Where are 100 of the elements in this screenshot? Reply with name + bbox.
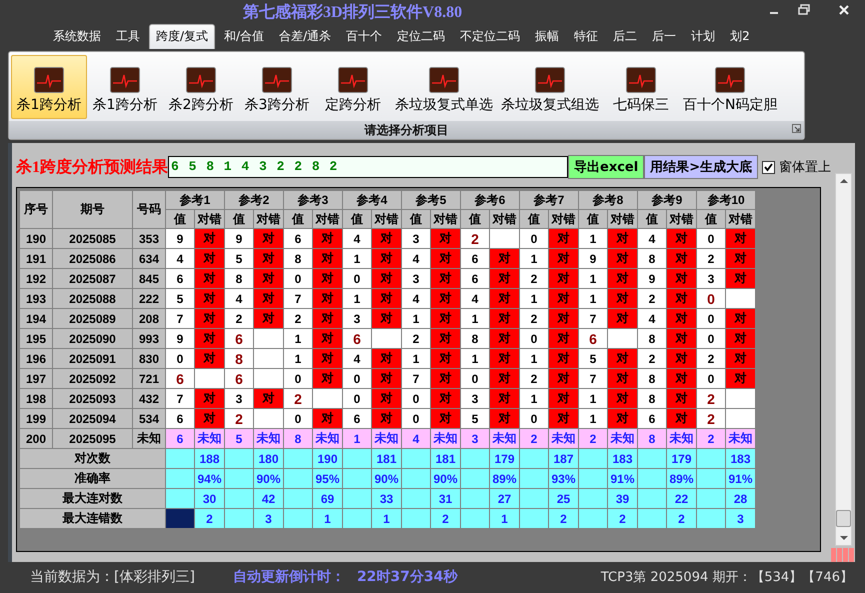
table-cell: 6 <box>294 232 302 246</box>
analysis-button[interactable]: 定跨分析 <box>315 55 391 119</box>
expand-corner-icon[interactable] <box>792 124 801 133</box>
menu-tab[interactable]: 系统数据 <box>47 25 107 49</box>
heart-monitor-icon <box>262 67 292 93</box>
column-header: 对错 <box>492 212 516 226</box>
result-cell: 对 <box>430 348 460 368</box>
analysis-button[interactable]: 杀垃圾复式单选 <box>391 55 497 119</box>
table-cell: 未知 <box>492 431 516 445</box>
table-cell: 1 <box>294 352 302 366</box>
table-cell: 2 <box>530 312 538 326</box>
table-cell: 1 <box>354 292 360 306</box>
column-group-header: 参考1 <box>180 192 210 206</box>
scrollbar[interactable] <box>834 173 852 546</box>
result-cell: 对 <box>608 388 638 408</box>
table-cell: 721 <box>138 372 160 386</box>
table-cell: 未知 <box>610 431 634 445</box>
last-draw-text: TCP3第 2025094 期开：【534】【746】 <box>600 569 853 586</box>
table-cell[interactable] <box>166 468 194 488</box>
result-cell: 对 <box>726 348 756 368</box>
scroll-up-icon[interactable] <box>840 178 848 183</box>
menu-tab[interactable]: 后一 <box>646 25 682 49</box>
result-cell: 对 <box>372 288 402 308</box>
menu-tab[interactable]: 计划 <box>685 25 722 49</box>
column-group-header: 参考6 <box>474 192 506 206</box>
analysis-button[interactable]: 杀垃圾复式组选 <box>497 55 603 119</box>
result-cell: 对 <box>548 288 578 308</box>
table-cell: 845 <box>138 272 160 286</box>
result-cell: 对 <box>726 308 756 328</box>
checkbox[interactable] <box>762 160 776 174</box>
table-cell: 0 <box>354 392 360 406</box>
window-title: 第七感福彩3D排列三软件V8.80 <box>243 2 462 22</box>
table-cell: 6 <box>353 330 361 346</box>
menu-tab[interactable]: 振幅 <box>529 25 566 49</box>
menu-tab[interactable]: 和/合值 <box>218 25 270 49</box>
table-cell: 2 <box>294 312 302 326</box>
table-cell: 7 <box>590 312 596 326</box>
scroll-down-icon[interactable] <box>840 536 848 542</box>
column-header: 值 <box>292 212 304 226</box>
column-header: 值 <box>705 212 717 226</box>
table-cell: 0 <box>176 352 184 366</box>
table-cell: 6 <box>472 252 478 266</box>
table-cell: 1 <box>412 312 420 326</box>
table-cell: 22 <box>674 492 688 506</box>
column-group-header: 参考8 <box>592 192 624 206</box>
menu-tab[interactable]: 特征 <box>568 25 604 49</box>
column-header: 值 <box>351 212 363 226</box>
result-cell: 对 <box>490 308 520 328</box>
menu-tab[interactable]: 跨度/复式 <box>149 24 216 49</box>
table-cell: 3 <box>412 232 420 246</box>
table-cell: 2 <box>590 432 596 446</box>
restore-icon[interactable] <box>798 4 810 16</box>
result-label: 杀1跨度分析预测结果 <box>16 157 168 178</box>
result-cell: 对 <box>490 368 520 388</box>
result-cell: 对 <box>548 328 578 348</box>
column-header: 值 <box>410 212 422 226</box>
analysis-button[interactable]: 百十个N码定胆 <box>679 55 782 119</box>
table-cell: 0 <box>530 412 538 426</box>
menu-tab[interactable]: 合差/通杀 <box>273 25 338 49</box>
analysis-button[interactable]: 杀1跨分析 <box>11 55 87 119</box>
close-icon[interactable] <box>838 4 850 16</box>
menu-tab[interactable]: 定位二码 <box>391 25 452 49</box>
table-cell[interactable] <box>166 488 194 508</box>
table-cell: 1 <box>472 312 478 326</box>
heart-monitor-icon <box>186 67 216 93</box>
data-source-text: 当前数据为：[体彩排列三] <box>30 568 195 586</box>
analysis-button[interactable]: 杀3跨分析 <box>239 55 315 119</box>
table-cell: 8 <box>648 432 656 446</box>
analysis-button[interactable]: 杀2跨分析 <box>163 55 239 119</box>
table-cell: 3 <box>265 512 272 526</box>
table-cell: 9 <box>176 232 184 246</box>
generate-button[interactable]: 用结果>生成大底 <box>644 155 758 179</box>
table-cell: 3 <box>354 312 360 326</box>
analysis-button[interactable]: 杀1跨分析 <box>87 55 163 119</box>
result-cell: 对 <box>548 248 578 268</box>
row-header: 准确率 <box>74 471 110 485</box>
table-cell: 1 <box>294 332 302 346</box>
table-cell: 2 <box>442 512 449 526</box>
menu-tab[interactable]: 划2 <box>724 25 756 49</box>
menu-tab[interactable]: 百十个 <box>340 25 388 49</box>
menu-tab[interactable]: 工具 <box>110 25 146 49</box>
table-cell: 0 <box>472 372 478 386</box>
table-cell: 9 <box>590 252 596 266</box>
result-cell: 对 <box>430 288 460 308</box>
column-group-header: 参考3 <box>298 192 328 206</box>
table-cell: 30 <box>202 492 216 506</box>
analysis-button[interactable]: 七码保三 <box>603 55 679 119</box>
table-cell: 91% <box>728 472 753 486</box>
column-header: 对错 <box>374 212 398 226</box>
table-cell[interactable] <box>166 508 194 528</box>
result-field[interactable]: 6 5 8 1 4 3 2 2 8 2 <box>168 156 568 178</box>
menu-tab[interactable]: 后二 <box>607 25 644 49</box>
table-cell: 2025095 <box>69 432 116 446</box>
export-excel-button[interactable]: 导出excel <box>568 155 644 179</box>
table-cell[interactable] <box>166 448 194 468</box>
heart-monitor-icon <box>715 67 746 93</box>
scrollbar-thumb[interactable] <box>836 510 851 528</box>
menu-tab[interactable]: 不定位二码 <box>454 25 526 49</box>
result-cell: 对 <box>312 368 342 388</box>
table-cell: 39 <box>616 492 630 506</box>
